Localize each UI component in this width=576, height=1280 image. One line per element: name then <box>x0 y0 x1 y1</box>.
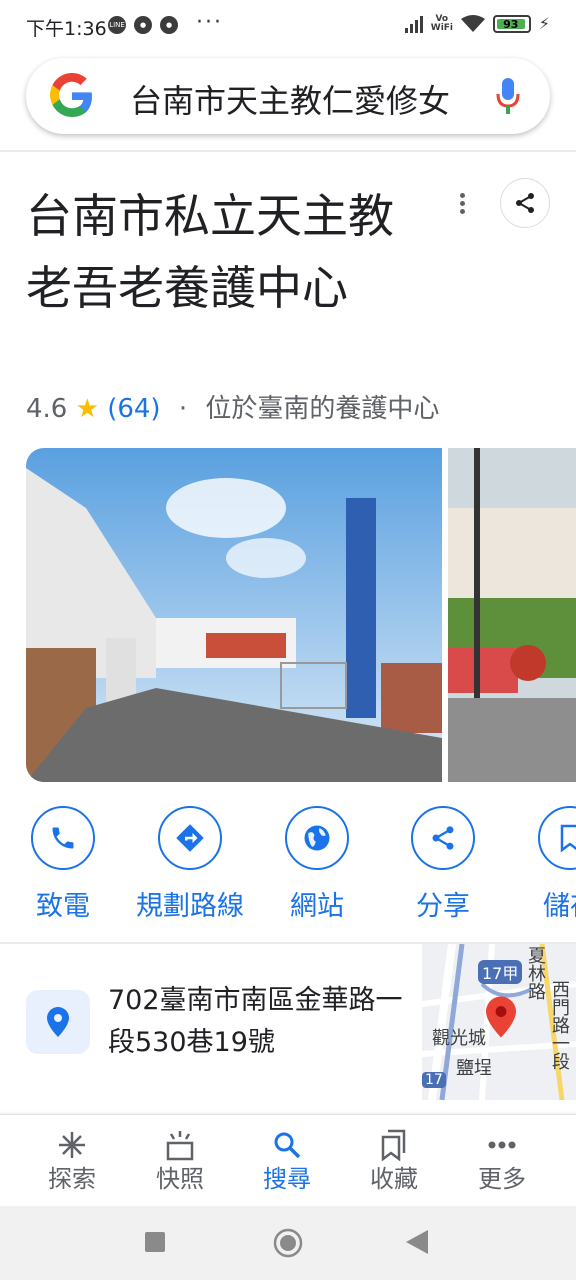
mic-icon[interactable] <box>496 78 520 114</box>
map-pin-icon <box>486 996 516 1038</box>
line-icon: LINE <box>108 16 126 34</box>
address-card[interactable]: 702臺南市南區金華路一段530巷19號 17甲 夏林路 西門路一段 觀光城 鹽… <box>0 944 576 1100</box>
back-icon[interactable] <box>406 1230 428 1254</box>
bottom-nav: 探索 快照 搜尋 收藏 更多 <box>0 1114 576 1207</box>
rating-row: 4.6 ★ (64) · 位於臺南的養護中心 <box>26 388 439 425</box>
directions-label: 規劃路線 <box>136 891 244 922</box>
share-label: 分享 <box>416 891 470 922</box>
phone-icon <box>52 827 74 849</box>
more-vert-icon[interactable] <box>452 190 472 220</box>
entrance-photo <box>26 448 442 782</box>
action-row: 致電 規劃路線 網站 分享 儲存 <box>0 806 576 926</box>
charging-icon: ⚡ <box>538 14 550 33</box>
place-photo-side[interactable] <box>448 448 576 782</box>
android-nav-bar <box>0 1206 576 1280</box>
header-divider <box>0 150 576 152</box>
chrome-icon: ● <box>160 16 178 34</box>
call-action[interactable]: 致電 <box>0 806 128 923</box>
save-action[interactable]: 儲存 <box>505 806 576 923</box>
website-label: 網站 <box>290 891 344 922</box>
place-category: 位於臺南的養護中心 <box>205 394 440 424</box>
nav-collections-label: 收藏 <box>370 1165 418 1193</box>
share-icon <box>516 193 534 213</box>
directions-button[interactable] <box>158 806 222 870</box>
signal-icon <box>404 15 423 33</box>
vowifi-label: Vo WiFi <box>430 13 454 33</box>
location-pin-icon <box>47 1007 69 1037</box>
chrome-icon: ● <box>134 16 152 34</box>
wifi-icon <box>460 14 485 32</box>
directions-icon <box>176 824 204 852</box>
globe-icon <box>304 825 330 851</box>
website-action[interactable]: 網站 <box>252 806 382 923</box>
map-label-guangguangcheng: 觀光城 <box>432 1028 486 1049</box>
address-text[interactable]: 702臺南市南區金華路一段530巷19號 <box>108 980 408 1064</box>
map-label-ximen-road: 西門路一段 <box>549 980 570 1070</box>
map-label-yancheng: 鹽埕 <box>456 1058 492 1079</box>
nav-more[interactable]: 更多 <box>452 1129 552 1194</box>
status-bar: 下午1:36 LINE ● ● ··· Vo WiFi 93 ⚡ <box>0 0 576 52</box>
bookmark-icon <box>560 824 576 852</box>
system-icons: Vo WiFi 93 ⚡ <box>404 13 550 33</box>
home-icon[interactable] <box>273 1228 303 1258</box>
directions-action[interactable]: 規劃路線 <box>125 806 255 923</box>
review-count[interactable]: (64) <box>107 394 160 424</box>
explore-icon <box>59 1132 85 1158</box>
map-thumbnail[interactable]: 17甲 夏林路 西門路一段 觀光城 鹽埕 17 <box>422 944 576 1100</box>
place-title: 台南市私立天主教老吾老養護中心 <box>26 189 394 315</box>
share-action-button[interactable] <box>411 806 475 870</box>
map-label-xialin-road: 夏林路 <box>525 946 546 1000</box>
share-button[interactable] <box>500 178 550 228</box>
nav-search[interactable]: 搜尋 <box>237 1129 337 1194</box>
battery-icon: 93 <box>492 14 531 33</box>
search-query[interactable]: 台南市天主教仁愛修女 <box>130 76 486 122</box>
rating-value: 4.6 <box>26 394 68 424</box>
search-bar[interactable]: 台南市天主教仁愛修女 <box>26 58 550 134</box>
call-button[interactable] <box>31 806 95 870</box>
nav-collections[interactable]: 收藏 <box>344 1129 444 1194</box>
call-label: 致電 <box>36 891 90 922</box>
share-action[interactable]: 分享 <box>378 806 508 923</box>
map-label-route-17: 17 <box>422 1072 446 1088</box>
nav-search-label: 搜尋 <box>263 1165 311 1193</box>
nav-explore-label: 探索 <box>48 1165 96 1193</box>
place-photo-main[interactable] <box>26 448 442 782</box>
nav-snapshot[interactable]: 快照 <box>130 1129 230 1194</box>
star-icon: ★ <box>75 394 99 424</box>
garden-photo <box>448 448 576 782</box>
more-notifications-icon: ··· <box>196 10 223 35</box>
map-label-route-17a: 17甲 <box>478 960 523 984</box>
snapshot-icon <box>166 1131 194 1161</box>
website-button[interactable] <box>285 806 349 870</box>
google-logo-icon[interactable] <box>48 72 96 120</box>
recents-icon[interactable] <box>145 1232 165 1252</box>
save-label: 儲存 <box>543 891 576 922</box>
more-icon <box>488 1141 516 1149</box>
status-time: 下午1:36 <box>26 18 107 40</box>
save-button[interactable] <box>538 806 576 870</box>
search-icon <box>274 1132 301 1159</box>
nav-explore[interactable]: 探索 <box>22 1129 122 1194</box>
location-pin-box <box>26 990 90 1054</box>
nav-more-label: 更多 <box>478 1165 526 1193</box>
notification-icons: LINE ● ● <box>108 16 178 34</box>
battery-level: 93 <box>496 18 525 30</box>
share-icon <box>432 826 454 850</box>
collections-icon <box>381 1129 406 1161</box>
nav-snapshot-label: 快照 <box>156 1165 204 1193</box>
separator: · <box>178 394 188 424</box>
